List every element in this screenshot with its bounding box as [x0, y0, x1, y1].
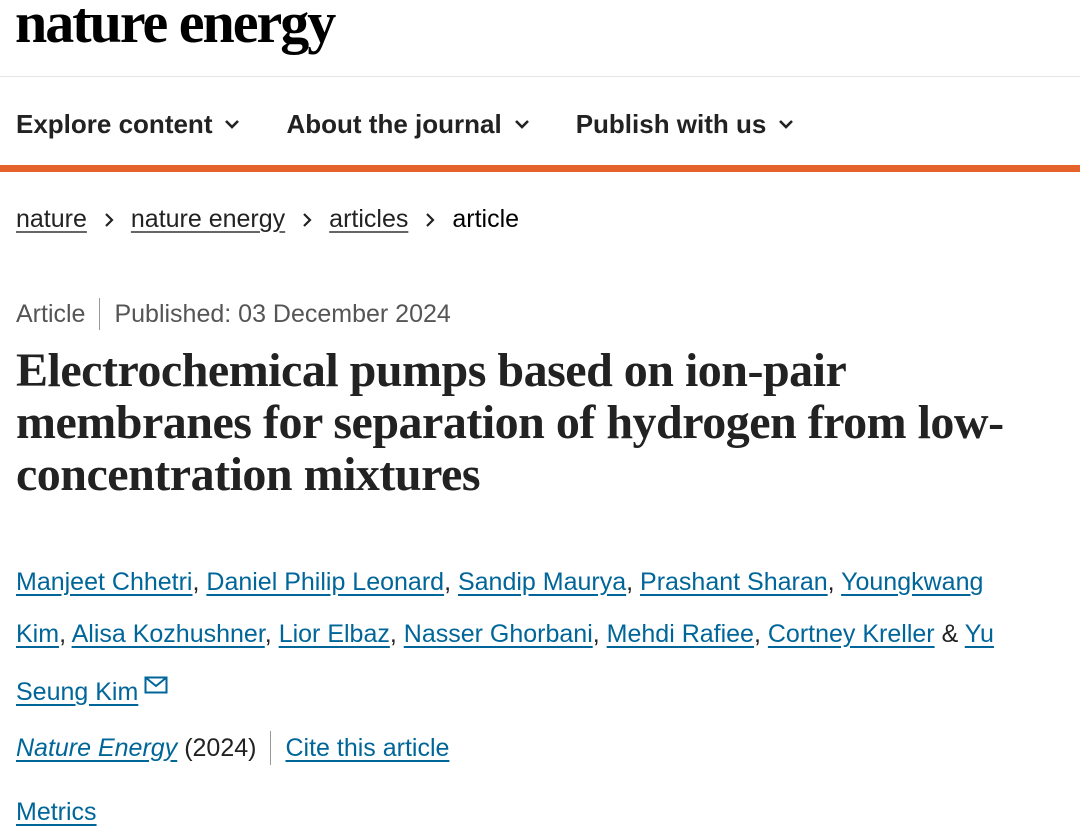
envelope-icon[interactable] — [144, 660, 168, 712]
accent-bar — [0, 165, 1080, 172]
author-link[interactable]: Sandip Maurya — [458, 568, 626, 596]
nav-label: About the journal — [286, 108, 502, 139]
article-meta: Article Published: 03 December 2024 — [16, 298, 451, 330]
author-separator: , — [592, 620, 600, 648]
author-separator: , — [753, 620, 761, 648]
breadcrumb-current: article — [452, 205, 520, 233]
chevron-right-icon — [301, 212, 313, 227]
author-link[interactable]: Alisa Kozhushner — [72, 620, 265, 648]
author-separator: , — [264, 620, 272, 648]
author-list: Manjeet Chhetri, Daniel Philip Leonard, … — [16, 556, 1016, 718]
metrics-link[interactable]: Metrics — [16, 798, 97, 827]
breadcrumb: nature nature energy articles article — [16, 205, 519, 234]
author-separator: , — [444, 568, 452, 596]
chevron-down-icon — [779, 120, 794, 129]
author-separator: , — [626, 568, 634, 596]
author-separator: , — [827, 568, 835, 596]
author-link[interactable]: Nasser Ghorbani — [404, 620, 593, 648]
breadcrumb-nature[interactable]: nature — [16, 205, 87, 234]
breadcrumb-articles[interactable]: articles — [329, 205, 408, 234]
author-separator: , — [389, 620, 397, 648]
nav-label: Publish with us — [575, 108, 767, 139]
chevron-right-icon — [103, 212, 115, 227]
author-link[interactable]: Daniel Philip Leonard — [206, 568, 444, 596]
meta-divider — [99, 298, 101, 330]
author-separator: , — [192, 568, 200, 596]
author-link[interactable]: Lior Elbaz — [279, 620, 390, 648]
nav-publish-with-us[interactable]: Publish with us — [576, 109, 795, 140]
main-nav: Explore content About the journal Publis… — [16, 104, 840, 144]
chevron-down-icon — [514, 120, 529, 129]
author-link[interactable]: Manjeet Chhetri — [16, 568, 192, 596]
cite-this-article-link[interactable]: Cite this article — [285, 734, 449, 763]
publication-year: (2024) — [184, 733, 257, 762]
nav-about-journal[interactable]: About the journal — [286, 109, 529, 140]
citation-line: Nature Energy (2024) Cite this article — [16, 731, 449, 765]
article-title: Electrochemical pumps based on ion-pair … — [16, 344, 1004, 501]
chevron-down-icon — [225, 120, 240, 129]
author-link[interactable]: Prashant Sharan — [640, 568, 828, 596]
author-link[interactable]: Cortney Kreller — [768, 620, 935, 648]
header-divider — [0, 76, 1080, 77]
breadcrumb-nature-energy[interactable]: nature energy — [131, 205, 285, 234]
article-type: Article — [16, 299, 86, 328]
published-date: Published: 03 December 2024 — [114, 299, 451, 328]
nav-label: Explore content — [16, 108, 213, 139]
chevron-right-icon — [424, 212, 436, 227]
author-joiner: & — [941, 620, 959, 648]
author-separator: , — [59, 620, 67, 648]
site-logo[interactable]: nature energy — [15, 0, 336, 52]
journal-link[interactable]: Nature Energy — [16, 734, 177, 763]
nav-explore-content[interactable]: Explore content — [16, 109, 240, 140]
author-link[interactable]: Mehdi Rafiee — [607, 620, 754, 648]
citation-divider — [270, 731, 272, 765]
